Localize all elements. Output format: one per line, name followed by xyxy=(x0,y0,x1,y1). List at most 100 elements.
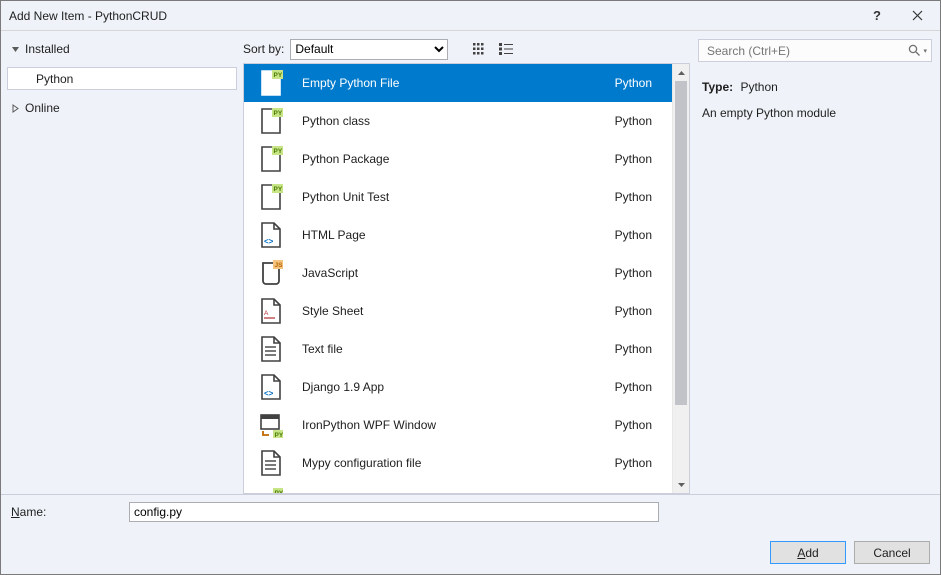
type-label: Type: xyxy=(702,80,733,94)
template-name: Style Sheet xyxy=(302,304,615,318)
toolbar: Sort by: Default xyxy=(243,31,690,63)
py-file-icon: PY xyxy=(258,146,284,172)
name-row: Name: xyxy=(11,501,930,523)
template-row[interactable]: <> Django 1.9 AppPython xyxy=(244,368,672,406)
name-label: Name: xyxy=(11,505,129,519)
template-row[interactable]: Mypy configuration filePython xyxy=(244,444,672,482)
template-row[interactable]: PY Python PackagePython xyxy=(244,140,672,178)
chevron-right-icon xyxy=(11,104,21,113)
title-bar: Add New Item - PythonCRUD ? xyxy=(1,1,940,31)
search-dropdown-icon[interactable]: ▾ xyxy=(923,47,927,55)
close-button[interactable] xyxy=(895,1,940,30)
name-input[interactable] xyxy=(129,502,659,522)
template-list[interactable]: PY Empty Python FilePython PY Python cla… xyxy=(244,64,672,493)
template-lang: Python xyxy=(615,76,652,90)
sort-by-select[interactable]: Default xyxy=(290,39,448,60)
template-row[interactable]: PY IronPython WPF WindowPython xyxy=(244,406,672,444)
details-panel: ▾ Type: Python An empty Python module xyxy=(690,31,940,494)
template-name: IronPython WPF Window xyxy=(302,418,615,432)
svg-text:PY: PY xyxy=(274,110,283,117)
tree-item-online[interactable]: Online xyxy=(1,98,243,118)
wpf-file-icon: PY xyxy=(258,412,284,438)
grid-icon xyxy=(473,43,487,55)
sort-by-label: Sort by: xyxy=(243,42,284,56)
type-value: Python xyxy=(740,80,777,94)
template-name: Python Unit Test xyxy=(302,190,615,204)
tree-item-label: Online xyxy=(25,101,60,115)
template-row[interactable]: PY Empty Python FilePython xyxy=(244,64,672,102)
text-file-icon xyxy=(258,450,284,476)
template-row[interactable]: PY Python Unit TestPython xyxy=(244,178,672,216)
template-lang: Python xyxy=(615,342,652,356)
template-row[interactable]: PY Web Role Support FilesPython xyxy=(244,482,672,493)
template-row[interactable]: JS JavaScriptPython xyxy=(244,254,672,292)
svg-text:A: A xyxy=(264,310,269,317)
py-file-icon: PY xyxy=(258,184,284,210)
list-icon xyxy=(499,43,513,55)
button-row: Add Cancel xyxy=(11,541,930,564)
template-lang: Python xyxy=(615,266,652,280)
chevron-down-icon xyxy=(11,45,21,54)
template-name: Mypy configuration file xyxy=(302,456,615,470)
tree-item-installed[interactable]: Installed xyxy=(1,39,243,59)
tree-item-python[interactable]: Python xyxy=(7,67,237,90)
template-lang: Python xyxy=(615,418,652,432)
center-panel: Sort by: Default xyxy=(243,31,690,494)
vertical-scrollbar[interactable] xyxy=(672,64,689,493)
template-lang: Python xyxy=(615,304,652,318)
template-name: Python class xyxy=(302,114,615,128)
template-name: Python Package xyxy=(302,152,615,166)
svg-text:<>: <> xyxy=(264,389,274,398)
template-row[interactable]: A Style SheetPython xyxy=(244,292,672,330)
svg-text:PY: PY xyxy=(274,186,283,193)
svg-text:JS: JS xyxy=(275,262,284,269)
window-title: Add New Item - PythonCRUD xyxy=(9,9,167,23)
svg-text:PY: PY xyxy=(274,72,283,79)
type-description: An empty Python module xyxy=(702,106,928,120)
html-file-icon: <> xyxy=(258,222,284,248)
scroll-thumb[interactable] xyxy=(675,81,687,405)
svg-text:<>: <> xyxy=(264,237,274,246)
search-icon[interactable] xyxy=(908,44,921,57)
template-name: Text file xyxy=(302,342,615,356)
template-name: Django 1.9 App xyxy=(302,380,615,394)
template-area: PY Empty Python FilePython PY Python cla… xyxy=(243,63,690,494)
view-small-icons-button[interactable] xyxy=(496,40,516,58)
svg-text:PY: PY xyxy=(275,432,284,438)
scroll-down-button[interactable] xyxy=(673,476,689,493)
tree-item-label: Python xyxy=(36,72,73,86)
template-row[interactable]: PY Python classPython xyxy=(244,102,672,140)
css-file-icon: A xyxy=(258,298,284,324)
cancel-button[interactable]: Cancel xyxy=(854,541,930,564)
text-file-icon xyxy=(258,336,284,362)
template-lang: Python xyxy=(615,190,652,204)
js-file-icon: JS xyxy=(258,260,284,286)
template-lang: Python xyxy=(615,114,652,128)
template-lang: Python xyxy=(615,380,652,394)
svg-text:PY: PY xyxy=(275,490,284,493)
template-name: Empty Python File xyxy=(302,76,615,90)
web-file-icon: PY xyxy=(258,488,284,493)
scroll-up-button[interactable] xyxy=(673,64,689,81)
detail-body: Type: Python An empty Python module xyxy=(698,62,932,120)
search-box[interactable]: ▾ xyxy=(698,39,932,62)
template-name: HTML Page xyxy=(302,228,615,242)
scroll-track[interactable] xyxy=(673,81,689,476)
footer: Name: Add Cancel xyxy=(1,494,940,574)
template-row[interactable]: <> HTML PagePython xyxy=(244,216,672,254)
html-file-icon: <> xyxy=(258,374,284,400)
sidebar: Installed Python Online xyxy=(1,31,243,494)
search-input[interactable] xyxy=(705,43,908,59)
svg-text:PY: PY xyxy=(274,148,283,155)
template-lang: Python xyxy=(615,228,652,242)
add-button[interactable]: Add xyxy=(770,541,846,564)
template-lang: Python xyxy=(615,456,652,470)
template-row[interactable]: Text filePython xyxy=(244,330,672,368)
window-controls: ? xyxy=(859,1,940,30)
help-button[interactable]: ? xyxy=(859,1,895,30)
template-lang: Python xyxy=(615,152,652,166)
work-area: Installed Python Online Sort by: Default xyxy=(1,31,940,494)
py-file-icon: PY xyxy=(258,108,284,134)
view-medium-icons-button[interactable] xyxy=(470,40,490,58)
py-file-icon: PY xyxy=(258,70,284,96)
